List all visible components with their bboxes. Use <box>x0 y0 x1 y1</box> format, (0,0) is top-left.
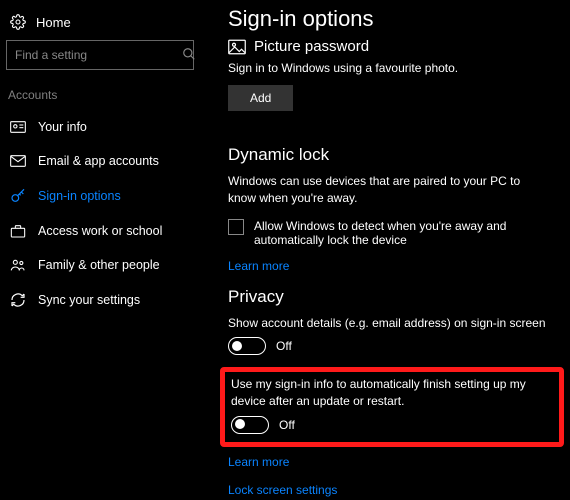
sidebar-item-label: Your info <box>38 120 87 134</box>
picture-password-heading: Picture password <box>254 38 369 55</box>
gear-icon <box>10 14 26 30</box>
dynamic-lock-learn-more-link[interactable]: Learn more <box>228 259 556 273</box>
dynamic-lock-desc: Windows can use devices that are paired … <box>228 173 548 207</box>
id-card-icon <box>10 121 26 133</box>
sidebar-item-work[interactable]: Access work or school <box>6 214 204 248</box>
sync-icon <box>10 292 26 308</box>
privacy-toggle1-state: Off <box>276 339 292 353</box>
sidebar-item-email[interactable]: Email & app accounts <box>6 144 204 178</box>
privacy-toggle2-state: Off <box>279 418 295 432</box>
sidebar: Home Accounts Your info Email & app acco… <box>0 0 210 500</box>
sidebar-item-label: Sign-in options <box>38 189 121 203</box>
add-button[interactable]: Add <box>228 85 293 111</box>
dynamic-lock-heading: Dynamic lock <box>228 145 556 165</box>
mail-icon <box>10 155 26 167</box>
sidebar-item-your-info[interactable]: Your info <box>6 110 204 144</box>
dynamic-lock-checkbox-label: Allow Windows to detect when you're away… <box>254 219 548 247</box>
privacy-learn-more-link[interactable]: Learn more <box>228 455 556 469</box>
home-label: Home <box>36 15 71 30</box>
home-button[interactable]: Home <box>6 10 204 40</box>
people-icon <box>10 258 26 272</box>
main-content: Sign-in options Picture password Sign in… <box>210 0 570 500</box>
search-container <box>6 40 204 70</box>
sidebar-item-family[interactable]: Family & other people <box>6 248 204 282</box>
privacy-toggle1-label: Show account details (e.g. email address… <box>228 315 548 332</box>
search-input[interactable] <box>6 40 194 70</box>
key-icon <box>10 188 26 204</box>
highlight-box: Use my sign-in info to automatically fin… <box>220 367 564 447</box>
dynamic-lock-checkbox[interactable] <box>228 219 244 235</box>
sidebar-item-signin[interactable]: Sign-in options <box>6 178 204 214</box>
lock-screen-settings-link[interactable]: Lock screen settings <box>228 483 556 497</box>
sidebar-item-label: Family & other people <box>38 258 160 272</box>
privacy-toggle2[interactable] <box>231 416 269 434</box>
privacy-toggle1[interactable] <box>228 337 266 355</box>
privacy-heading: Privacy <box>228 287 556 307</box>
sidebar-item-sync[interactable]: Sync your settings <box>6 282 204 318</box>
section-heading: Accounts <box>8 88 204 102</box>
briefcase-icon <box>10 224 26 238</box>
sidebar-item-label: Email & app accounts <box>38 154 159 168</box>
picture-password-desc: Sign in to Windows using a favourite pho… <box>228 61 556 75</box>
page-title: Sign-in options <box>228 6 556 32</box>
picture-icon <box>228 39 246 55</box>
sidebar-item-label: Sync your settings <box>38 293 140 307</box>
sidebar-item-label: Access work or school <box>38 224 162 238</box>
privacy-toggle2-label: Use my sign-in info to automatically fin… <box>231 376 531 410</box>
